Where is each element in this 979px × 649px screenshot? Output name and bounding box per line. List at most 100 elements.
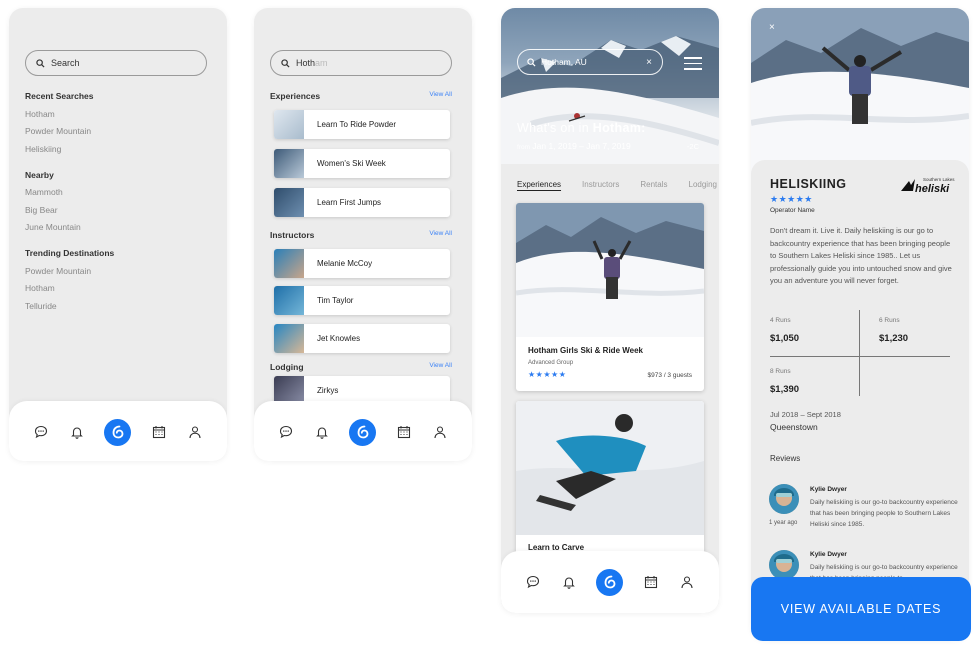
home-logo-icon[interactable]: [104, 418, 132, 446]
calendar-icon[interactable]: [395, 423, 413, 441]
experience-thumb: [274, 149, 304, 178]
reviews-title: Reviews: [770, 454, 801, 463]
view-available-dates-button[interactable]: VIEW AVAILABLE DATES: [751, 577, 971, 641]
recent-item[interactable]: Heliskiing: [25, 144, 61, 154]
nearby-item[interactable]: Big Bear: [25, 205, 58, 215]
home-logo-icon[interactable]: [596, 568, 624, 596]
bottom-nav: [501, 551, 719, 613]
tab-instructors[interactable]: Instructors: [582, 180, 619, 189]
profile-icon[interactable]: [678, 573, 696, 591]
logo-big-text: heliski: [915, 183, 950, 195]
trending-item[interactable]: Hotham: [25, 283, 55, 293]
detail-description: Don't dream it. Live it. Daily heliskiin…: [770, 226, 952, 285]
run-option-price[interactable]: $1,390: [770, 384, 799, 395]
experience-item[interactable]: Learn First Jumps: [274, 188, 450, 217]
instructor-label: Melanie McCoy: [317, 259, 373, 268]
chat-icon[interactable]: [277, 423, 295, 441]
season-dates: Jul 2018 – Sept 2018: [770, 410, 841, 419]
instructor-avatar: [274, 324, 304, 353]
nearby-title: Nearby: [25, 170, 54, 180]
experience-card[interactable]: Learn to Carve: [516, 401, 704, 571]
calendar-icon[interactable]: [150, 423, 168, 441]
experience-label: Women's Ski Week: [317, 159, 386, 168]
nearby-item[interactable]: June Mountain: [25, 222, 81, 232]
review-text: Daily heliskiing is our go-to backcountr…: [810, 499, 958, 528]
run-option-label: 8 Runs: [770, 368, 791, 375]
search-typed-text: Hoth: [296, 58, 316, 68]
detail-panel: HELISKIING ★★★★★ Operator Name Southern …: [751, 160, 969, 640]
logo-small-text: Southern Lakes: [923, 177, 955, 182]
instructor-item[interactable]: Melanie McCoy: [274, 249, 450, 278]
run-option-price[interactable]: $1,230: [879, 333, 908, 344]
home-logo-icon[interactable]: [349, 418, 377, 446]
chat-icon[interactable]: [524, 573, 542, 591]
instructor-item[interactable]: Tim Taylor: [274, 286, 450, 315]
experience-card-image: [516, 401, 704, 535]
run-option-label: 4 Runs: [770, 317, 791, 324]
date-range[interactable]: from Jan 1, 2019 – Jan 7, 2019: [517, 141, 631, 151]
run-option-label: 6 Runs: [879, 317, 900, 324]
search-placeholder: Search: [51, 58, 80, 68]
lodging-label: Zirkys: [317, 386, 339, 395]
experience-detail-screen: × HELISKIING ★★★★★ Operator Name Souther…: [751, 8, 969, 640]
menu-icon[interactable]: [684, 57, 702, 74]
detail-title: HELISKIING: [770, 177, 847, 191]
experience-item[interactable]: Women's Ski Week: [274, 149, 450, 178]
trending-item[interactable]: Powder Mountain: [25, 266, 91, 276]
reviewer-name: Kylie Dwyer: [810, 551, 847, 558]
bottom-nav: [254, 401, 472, 461]
close-icon[interactable]: ×: [769, 22, 775, 33]
run-option-price[interactable]: $1,050: [770, 333, 799, 344]
profile-icon[interactable]: [186, 423, 204, 441]
bell-icon[interactable]: [560, 573, 578, 591]
bell-icon[interactable]: [68, 423, 86, 441]
experience-card-subtitle: Advanced Group: [528, 360, 574, 366]
instructors-title: Instructors: [270, 230, 315, 240]
experience-item[interactable]: Learn To Ride Powder: [274, 110, 450, 139]
calendar-icon[interactable]: [642, 573, 660, 591]
instructors-view-all-link[interactable]: View All: [429, 230, 452, 237]
rating-stars: ★★★★★: [528, 370, 567, 379]
search-results-screen: Hoth am Experiences View All Learn To Rid…: [254, 8, 472, 461]
nearby-item[interactable]: Mammoth: [25, 187, 63, 197]
date-range-value: Jan 1, 2019 – Jan 7, 2019: [532, 141, 631, 151]
lodging-title: Lodging: [270, 362, 304, 372]
destination-search-input[interactable]: Hotham, AU ×: [517, 49, 663, 75]
experience-thumb: [274, 188, 304, 217]
search-screen: Search Recent Searches Hotham Powder Mou…: [9, 8, 227, 461]
tab-experiences[interactable]: Experiences: [517, 180, 561, 189]
temperature: -2C: [686, 142, 699, 151]
tab-lodging[interactable]: Lodging: [689, 180, 717, 189]
clear-search-icon[interactable]: ×: [646, 57, 652, 68]
rating-stars: ★★★★★: [770, 194, 813, 204]
chat-icon[interactable]: [32, 423, 50, 441]
search-icon: [281, 58, 290, 68]
destination-search-value: Hotham, AU: [541, 57, 587, 67]
bell-icon[interactable]: [313, 423, 331, 441]
profile-icon[interactable]: [431, 423, 449, 441]
search-input[interactable]: Search: [25, 50, 207, 76]
search-input[interactable]: Hoth am: [270, 50, 452, 76]
lodging-view-all-link[interactable]: View All: [429, 362, 452, 369]
experience-card[interactable]: Hotham Girls Ski & Ride Week Advanced Gr…: [516, 203, 704, 391]
experiences-view-all-link[interactable]: View All: [429, 91, 452, 98]
destination-screen: Hotham, AU × What's on in Hotham: from J…: [501, 8, 719, 613]
recent-item[interactable]: Powder Mountain: [25, 126, 91, 136]
reviewer-name: Kylie Dwyer: [810, 486, 847, 493]
trending-title: Trending Destinations: [25, 248, 115, 258]
avatar: [769, 550, 799, 580]
bottom-nav: [9, 401, 227, 461]
instructor-item[interactable]: Jet Knowles: [274, 324, 450, 353]
detail-hero-image: ×: [751, 8, 969, 178]
recent-item[interactable]: Hotham: [25, 109, 55, 119]
whats-on-text: What's on in: [517, 121, 589, 135]
instructor-label: Tim Taylor: [317, 296, 354, 305]
trending-item[interactable]: Telluride: [25, 301, 57, 311]
operator-name: Operator Name: [770, 207, 815, 214]
instructor-label: Jet Knowles: [317, 334, 361, 343]
experience-thumb: [274, 110, 304, 139]
recent-searches-title: Recent Searches: [25, 91, 94, 101]
search-icon: [527, 57, 536, 67]
search-autocomplete: am: [315, 58, 328, 68]
tab-rentals[interactable]: Rentals: [640, 180, 667, 189]
